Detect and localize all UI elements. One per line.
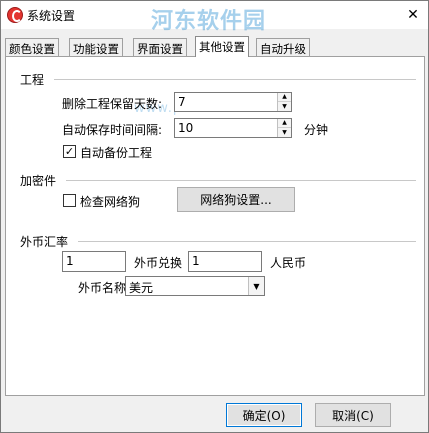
exchange-label: 外币兑换 (134, 256, 183, 270)
currency-name-label: 外币名称: (78, 281, 131, 295)
dongle-group-title: 加密件 (20, 174, 57, 188)
tab-color-settings[interactable]: 颜色设置 (5, 38, 59, 56)
tab-function-settings[interactable]: 功能设置 (69, 38, 123, 56)
currency-name-select[interactable]: 美元 ▼ (125, 276, 265, 296)
check-dongle-label: 检查网络狗 (80, 195, 141, 209)
settings-dialog: 系统设置 河东软件园 ✕ 颜色设置 功能设置 界面设置 其他设置 自动升级 ww… (0, 0, 429, 433)
rmb-amount-field[interactable]: 1 (188, 251, 262, 272)
auto-backup-checkbox[interactable]: ✓ (63, 145, 76, 158)
rmb-label: 人民币 (270, 256, 307, 270)
tab-other-settings[interactable]: 其他设置 (195, 36, 249, 57)
currency-group-divider (78, 241, 416, 242)
project-group-title: 工程 (20, 73, 45, 87)
autosave-unit: 分钟 (304, 123, 329, 137)
project-group-divider (54, 79, 416, 80)
tab-auto-upgrade[interactable]: 自动升级 (256, 38, 310, 56)
window-title: 系统设置 (27, 9, 76, 23)
app-icon (7, 7, 23, 23)
close-button[interactable]: ✕ (402, 5, 424, 25)
tab-interface-settings[interactable]: 界面设置 (133, 38, 187, 56)
foreign-amount-field[interactable]: 1 (62, 251, 126, 272)
currency-group-title: 外币汇率 (20, 235, 69, 249)
autosave-interval-label: 自动保存时间间隔: (62, 123, 163, 137)
cancel-button[interactable]: 取消(C) (315, 403, 391, 427)
spin-up-icon[interactable]: ▲ (278, 119, 291, 128)
autosave-interval-value: 10 (178, 121, 194, 135)
dongle-settings-button[interactable]: 网络狗设置... (177, 187, 295, 212)
auto-backup-label: 自动备份工程 (80, 146, 153, 160)
autosave-interval-spinner[interactable]: 10 ▲ ▼ (174, 118, 292, 138)
delete-days-value: 7 (178, 95, 186, 109)
watermark: 河东软件园 (151, 9, 267, 34)
check-dongle-checkbox[interactable] (63, 194, 76, 207)
delete-days-spinner[interactable]: 7 ▲ ▼ (174, 92, 292, 112)
autosave-spin-buttons: ▲ ▼ (277, 119, 291, 137)
spin-up-icon[interactable]: ▲ (278, 93, 291, 102)
delete-days-spin-buttons: ▲ ▼ (277, 93, 291, 111)
dongle-group-divider (66, 180, 416, 181)
currency-name-value: 美元 (129, 281, 154, 295)
spin-down-icon[interactable]: ▼ (278, 128, 291, 137)
chevron-down-icon[interactable]: ▼ (248, 277, 264, 295)
ok-button[interactable]: 确定(O) (226, 403, 302, 427)
other-settings-panel: www.pc0359.cn 工程 删除工程保留天数: 7 ▲ ▼ 自动保存时间间… (5, 56, 425, 396)
delete-days-label: 删除工程保留天数: (62, 97, 163, 111)
spin-down-icon[interactable]: ▼ (278, 102, 291, 111)
title-bar: 系统设置 河东软件园 ✕ (1, 1, 428, 34)
